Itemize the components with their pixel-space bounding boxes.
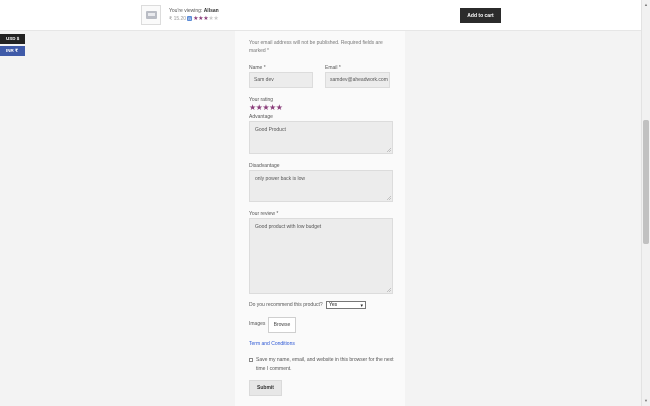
scroll-up-icon[interactable]: ▲: [644, 2, 648, 7]
recommend-label: Do you recommend this product?: [249, 302, 323, 308]
disadvantage-label: Disadvantage: [249, 163, 280, 169]
recommend-selected-value: Yes: [329, 302, 338, 308]
product-thumbnail[interactable]: [141, 5, 161, 25]
save-info-label: Save my name, email, and website in this…: [256, 357, 394, 372]
price-row: ₹ 15.20 B ★★★★★: [169, 15, 219, 23]
star-5-icon[interactable]: ★: [276, 103, 283, 112]
recommend-select[interactable]: Yes ▾: [326, 301, 366, 309]
add-to-cart-button[interactable]: Add to cart: [460, 8, 501, 23]
scrollbar[interactable]: ▲ ▼: [641, 0, 650, 406]
chevron-down-icon: ▾: [360, 303, 363, 309]
terms-link[interactable]: Term and Conditions: [249, 341, 295, 347]
browse-button[interactable]: Browse: [268, 317, 296, 333]
review-label: Your review *: [249, 211, 279, 217]
star-4-icon[interactable]: ★: [269, 103, 276, 112]
product-price: ₹ 15.20: [169, 15, 187, 22]
star-3-icon[interactable]: ★: [262, 103, 269, 112]
advantage-textarea[interactable]: Good Product: [249, 121, 393, 154]
submit-button[interactable]: Submit: [249, 380, 282, 396]
privacy-note: Your email address will not be published…: [249, 40, 383, 54]
scrollbar-thumb[interactable]: [643, 120, 649, 244]
name-label: Name *: [249, 65, 266, 71]
save-info-checkbox[interactable]: [249, 358, 253, 362]
currency-inr-button[interactable]: INR ₹: [0, 46, 25, 56]
email-label: Email *: [325, 65, 341, 71]
viewing-text: You're viewing: Allsan: [169, 8, 219, 14]
email-input[interactable]: samdev@aheadwork.com: [325, 72, 390, 88]
product-name: Allsan: [203, 8, 219, 14]
images-label: Images: [249, 321, 266, 327]
advantage-label: Advantage: [249, 114, 273, 120]
disadvantage-textarea[interactable]: only power back is low: [249, 170, 393, 202]
review-textarea[interactable]: Good product with low budget: [249, 218, 393, 294]
star-1-icon[interactable]: ★: [249, 103, 256, 112]
currency-usd-button[interactable]: USD $: [0, 34, 25, 44]
product-rating-stars: ★★★★★: [193, 16, 219, 22]
price-badge-icon: B: [187, 16, 193, 21]
name-input[interactable]: Sam dev: [249, 72, 313, 88]
sticky-product-bar: You're viewing: Allsan ₹ 15.20 B ★★★★★ A…: [0, 0, 641, 31]
scroll-down-icon[interactable]: ▼: [644, 398, 648, 403]
viewing-prefix: You're viewing:: [169, 8, 203, 14]
rating-stars[interactable]: ★★★★★: [249, 103, 283, 112]
product-image-icon: [146, 11, 157, 19]
